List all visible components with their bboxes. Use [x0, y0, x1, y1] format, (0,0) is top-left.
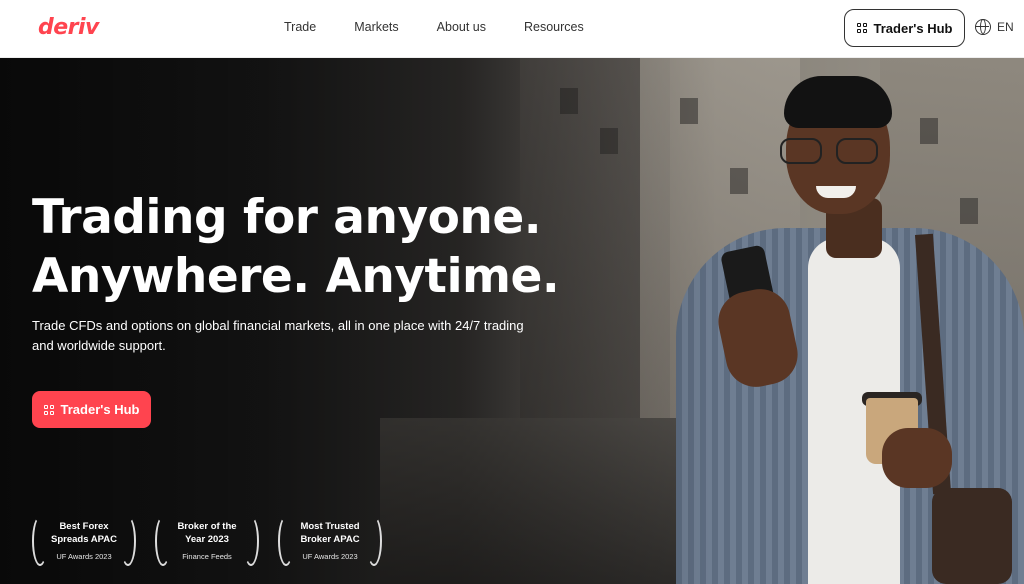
language-selector[interactable]: EN — [975, 19, 1014, 35]
nav-item-markets[interactable]: Markets — [354, 20, 398, 34]
traders-hub-button-label: Trader's Hub — [873, 20, 953, 36]
globe-icon — [975, 19, 991, 35]
award-title: Most Trusted Broker APAC — [300, 521, 360, 545]
hero-cta-label: Trader's Hub — [60, 402, 140, 417]
deriv-logo[interactable]: deriv — [38, 15, 99, 40]
award-badge: Most Trusted Broker APAC UF Awards 2023 — [276, 512, 384, 570]
award-title: Broker of the Year 2023 — [177, 521, 237, 545]
hero-title-line-2: Anywhere. Anytime. — [32, 249, 560, 304]
award-source: Finance Feeds — [182, 552, 232, 561]
nav-item-resources[interactable]: Resources — [524, 20, 584, 34]
award-badge: Broker of the Year 2023 Finance Feeds — [153, 512, 261, 570]
traders-hub-button[interactable]: Trader's Hub — [844, 9, 965, 47]
language-label: EN — [997, 20, 1014, 34]
award-source: UF Awards 2023 — [302, 552, 358, 561]
hero-traders-hub-button[interactable]: Trader's Hub — [32, 391, 151, 428]
grid-icon — [43, 404, 54, 415]
award-badge: Best Forex Spreads APAC UF Awards 2023 — [30, 512, 138, 570]
award-source: UF Awards 2023 — [56, 552, 112, 561]
main-nav: Trade Markets About us Resources — [284, 20, 622, 34]
hero-subtitle: Trade CFDs and options on global financi… — [32, 318, 524, 353]
nav-item-trade[interactable]: Trade — [284, 20, 316, 34]
site-header: deriv Trade Markets About us Resources T… — [0, 0, 1024, 58]
grid-icon — [856, 23, 867, 33]
nav-item-about-us[interactable]: About us — [437, 20, 486, 34]
hero-title-line-1: Trading for anyone. — [32, 190, 542, 245]
award-title: Best Forex Spreads APAC — [51, 521, 117, 545]
